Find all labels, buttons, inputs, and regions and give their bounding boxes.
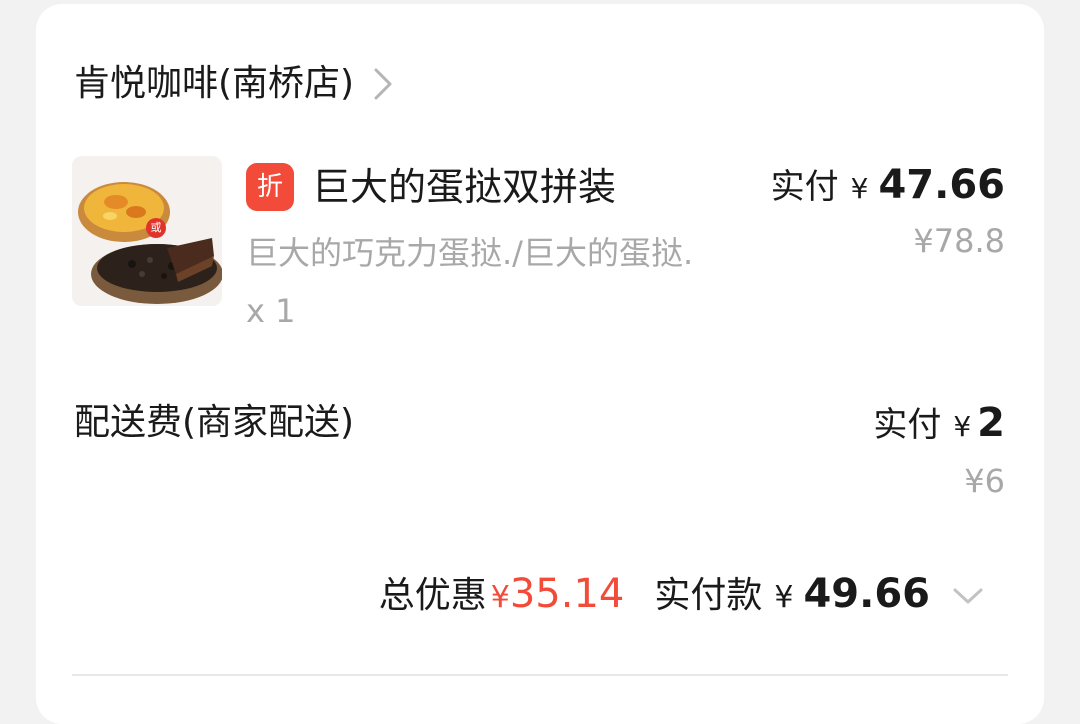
paid-value: 2 — [977, 400, 1005, 446]
discount-value: 35.14 — [509, 571, 625, 617]
total-currency: ¥ — [774, 580, 794, 615]
chevron-right-icon — [374, 68, 392, 100]
paid-value: 47.66 — [878, 162, 1005, 208]
delivery-paid-price: 实付 ¥ 2 — [873, 392, 1005, 458]
product-description: 巨大的巧克力蛋挞./巨大的蛋挞. — [246, 234, 694, 272]
discount-currency: ¥ — [490, 580, 510, 615]
image-badge: 或 — [150, 221, 162, 234]
delivery-original-price: ¥6 — [964, 462, 1005, 500]
total-label: 实付款 — [654, 575, 763, 616]
paid-label: 实付 — [770, 167, 839, 207]
total-value: 49.66 — [803, 571, 930, 617]
paid-currency: ¥ — [953, 410, 972, 443]
divider — [72, 674, 1008, 676]
product-quantity: x 1 — [246, 292, 296, 330]
product-original-price: ¥78.8 — [913, 222, 1005, 260]
product-paid-price: 实付 ¥ 47.66 — [771, 154, 1005, 220]
order-card: 肯悦咖啡(南桥店) 或 折 巨大的蛋挞双拼装 巨大的巧克力蛋挞./巨大的蛋挞. … — [36, 4, 1044, 724]
paid-currency: ¥ — [850, 172, 869, 205]
product-image[interactable]: 或 — [72, 156, 222, 306]
chevron-down-icon[interactable] — [952, 586, 984, 606]
discount-label: 总优惠 — [378, 575, 487, 616]
paid-label: 实付 — [873, 405, 942, 445]
delivery-fee-label: 配送费(商家配送) — [74, 402, 355, 443]
order-summary[interactable]: 总优惠 ¥ 35.14 实付款 ¥ 49.66 — [379, 562, 984, 630]
store-name: 肯悦咖啡(南桥店) — [74, 63, 355, 104]
store-link[interactable]: 肯悦咖啡(南桥店) — [74, 54, 394, 114]
product-name[interactable]: 巨大的蛋挞双拼装 — [312, 156, 616, 218]
egg-tart-illustration — [72, 156, 222, 306]
discount-badge: 折 — [246, 163, 294, 211]
